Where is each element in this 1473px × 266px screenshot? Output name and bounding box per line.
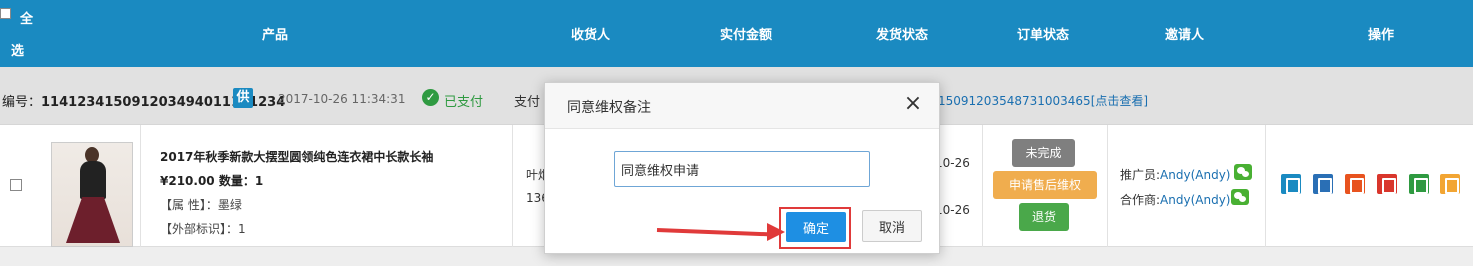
promoter: 推广员:Andy(Andy) <box>1120 166 1230 183</box>
divider <box>1107 125 1108 247</box>
unfinished-badge: 未完成 <box>1012 139 1075 167</box>
column-order-status: 订单状态 <box>1017 28 1070 43</box>
order-date: 2017-10-26 11:34:31 <box>278 92 406 106</box>
select-all-checkbox[interactable] <box>0 8 11 19</box>
ship-date-2: 10-26 <box>935 203 970 217</box>
dialog-title: 同意维权备注 <box>567 100 651 116</box>
divider <box>1265 125 1266 247</box>
close-icon[interactable]: × <box>903 93 923 115</box>
review-icon[interactable] <box>1440 174 1460 194</box>
promoter-label: 推广员: <box>1120 168 1161 182</box>
return-button[interactable]: 退货 <box>1019 203 1069 231</box>
check-icon[interactable] <box>1345 174 1365 194</box>
product-price: ¥210.00 数量：1 <box>160 172 263 189</box>
cancel-button[interactable]: 取消 <box>862 210 922 242</box>
remark-dialog: 同意维权备注 × 确定 取消 <box>544 82 940 254</box>
divider <box>512 125 513 247</box>
column-product: 产品 <box>262 28 289 43</box>
column-inviter: 邀请人 <box>1165 28 1205 43</box>
select-all-label-1: 全 <box>20 12 34 27</box>
table-header: 全 选 产品 收货人 实付金额 发货状态 订单状态 邀请人 操作 <box>0 0 1473 67</box>
ship-date-1: 10-26 <box>935 156 970 170</box>
wechat-icon[interactable] <box>1231 189 1249 205</box>
column-receiver: 收货人 <box>571 28 611 43</box>
select-all-label-2: 选 <box>11 44 25 59</box>
ship-icon[interactable] <box>1409 174 1429 194</box>
note-icon[interactable] <box>1281 174 1301 194</box>
wechat-icon[interactable] <box>1234 164 1252 180</box>
product-external-id: 【外部标识】：1 <box>160 222 246 236</box>
supplier-badge: 供 <box>233 88 253 108</box>
after-sale-button[interactable]: 申请售后维权 <box>993 171 1097 199</box>
product-title[interactable]: 2017年秋季新款大摆型圆领纯色连衣裙中长款长袖 <box>160 148 433 165</box>
remark-input[interactable] <box>614 151 870 187</box>
partner: 合作商:Andy(Andy) <box>1120 191 1230 208</box>
pay-label: 支付 <box>514 95 541 110</box>
quantity: 数量：1 <box>218 174 264 188</box>
order-number-label: 编号： <box>2 95 42 110</box>
product-attribute: 【属 性】：墨绿 <box>160 198 242 212</box>
column-actions: 操作 <box>1368 28 1395 43</box>
partner-label: 合作商: <box>1120 193 1161 207</box>
payment-detail-link[interactable]: 15091203548731003465[点击查看] <box>938 92 1148 109</box>
product-thumbnail[interactable] <box>51 142 133 247</box>
edit-icon[interactable] <box>1313 174 1333 194</box>
price-value: ¥210.00 <box>160 174 215 188</box>
paid-status: 已支付 <box>444 95 484 110</box>
divider <box>982 125 983 247</box>
column-ship-status: 发货状态 <box>876 28 929 43</box>
row-checkbox[interactable] <box>10 179 22 191</box>
divider <box>140 125 141 247</box>
refund-icon[interactable] <box>1377 174 1397 194</box>
check-circle-icon: ✓ <box>422 89 439 106</box>
confirm-button[interactable]: 确定 <box>786 212 846 242</box>
dialog-header: 同意维权备注 × <box>545 83 939 129</box>
annotation-arrow-head <box>767 223 785 241</box>
column-paid-amount: 实付金额 <box>720 28 773 43</box>
partner-link[interactable]: Andy(Andy) <box>1160 193 1230 207</box>
promoter-link[interactable]: Andy(Andy) <box>1160 168 1230 182</box>
